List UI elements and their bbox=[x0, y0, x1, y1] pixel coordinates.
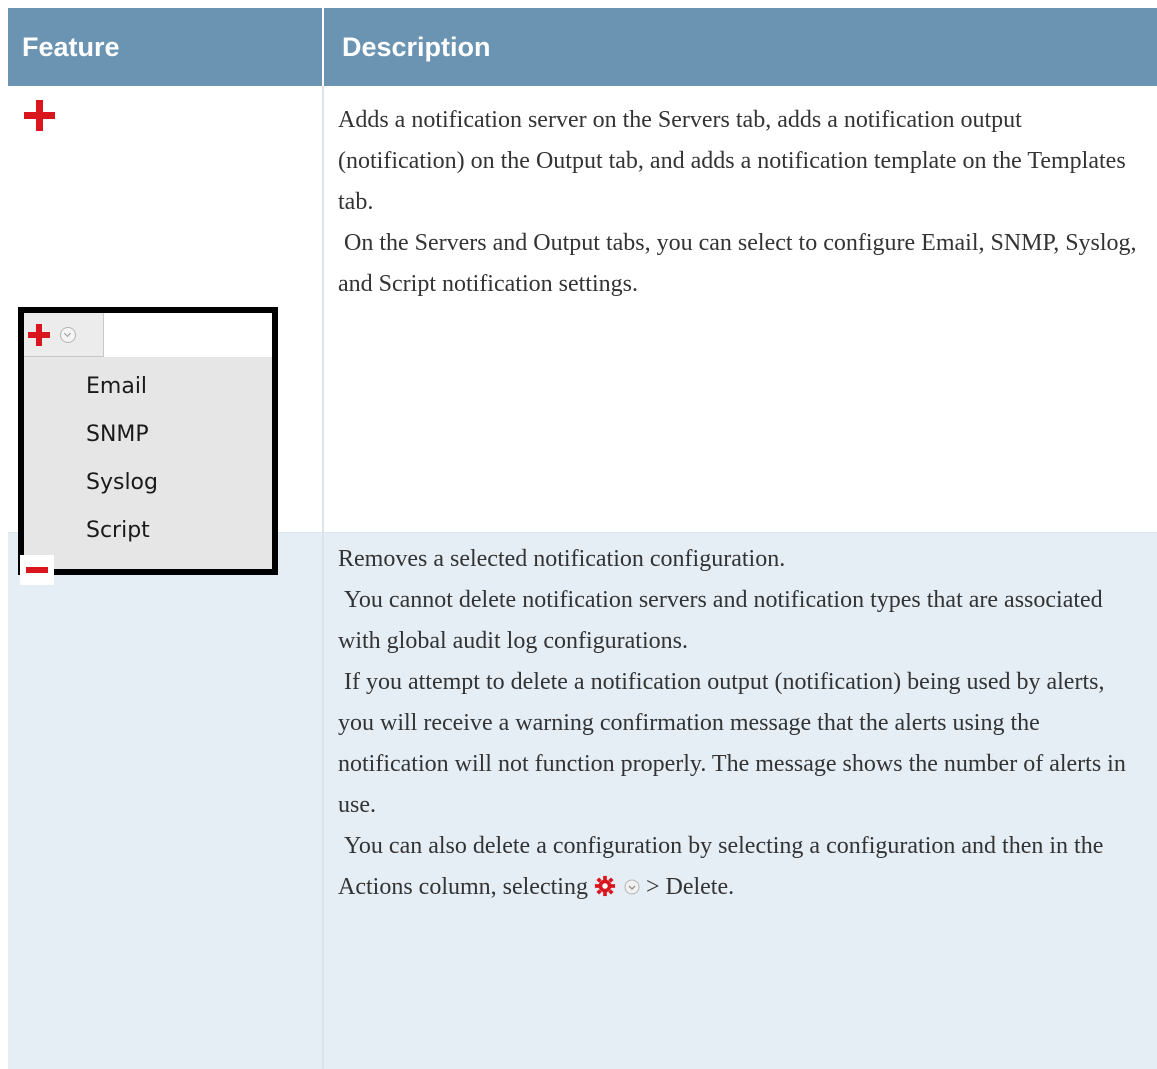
feature-table: Feature Description Email SNMP bbox=[8, 8, 1157, 1069]
menu-item-syslog: Syslog bbox=[24, 459, 272, 507]
description-cell-remove: Removes a selected notification configur… bbox=[323, 533, 1157, 1069]
menu-item-snmp: SNMP bbox=[24, 411, 272, 459]
plus-icon bbox=[24, 100, 55, 131]
feature-cell-remove bbox=[8, 533, 323, 1069]
add-dropdown-button bbox=[24, 313, 104, 357]
table-header-row: Feature Description bbox=[8, 8, 1157, 86]
chevron-down-icon bbox=[60, 327, 76, 343]
feature-column-header: Feature bbox=[8, 8, 323, 86]
description-cell-add: Adds a notification server on the Server… bbox=[323, 86, 1157, 533]
description-paragraph: You cannot delete notification servers a… bbox=[338, 580, 1146, 662]
feature-cell-add: Email SNMP Syslog Script bbox=[8, 86, 323, 533]
plus-icon bbox=[28, 324, 50, 346]
description-paragraph-actions: You can also delete a configuration by s… bbox=[338, 826, 1146, 908]
gear-icon bbox=[594, 875, 616, 897]
chevron-down-icon bbox=[624, 879, 640, 895]
add-menu-list: Email SNMP Syslog Script bbox=[24, 363, 272, 555]
table-row-add: Email SNMP Syslog Script Adds a notifica… bbox=[8, 86, 1157, 533]
dropdown-toolbar bbox=[24, 313, 272, 357]
actions-text-after: > Delete. bbox=[640, 874, 734, 900]
menu-item-email: Email bbox=[24, 363, 272, 411]
description-column-header: Description bbox=[323, 8, 1157, 86]
description-paragraph: Removes a selected notification configur… bbox=[338, 539, 1146, 580]
table-row-remove: Removes a selected notification configur… bbox=[8, 533, 1157, 1069]
add-dropdown-screenshot: Email SNMP Syslog Script bbox=[18, 307, 278, 575]
menu-item-script: Script bbox=[24, 507, 272, 555]
description-paragraph: On the Servers and Output tabs, you can … bbox=[338, 223, 1146, 305]
description-paragraph: If you attempt to delete a notification … bbox=[338, 662, 1146, 826]
description-paragraph: Adds a notification server on the Server… bbox=[338, 100, 1146, 223]
minus-icon bbox=[20, 555, 54, 585]
